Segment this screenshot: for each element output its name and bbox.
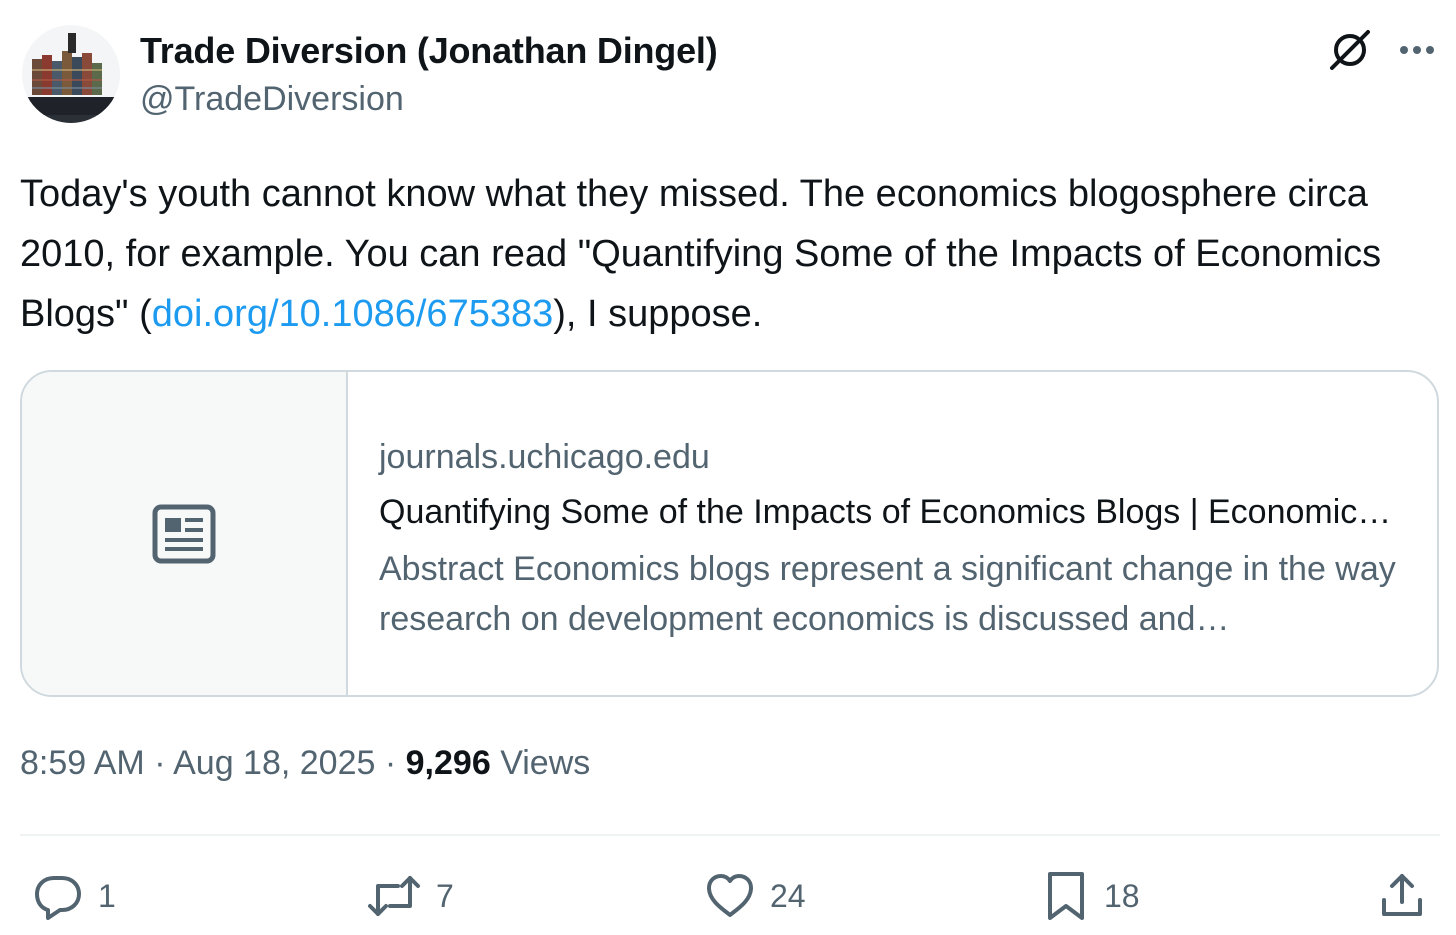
grok-icon: [1330, 30, 1370, 70]
like-button[interactable]: 24: [704, 866, 806, 926]
repost-icon: [368, 876, 420, 916]
reply-icon: [35, 876, 81, 920]
heart-icon: [707, 874, 753, 917]
views-label: Views: [500, 744, 591, 782]
tweet-text: Today's youth cannot know what they miss…: [20, 164, 1440, 344]
bookmark-count: 18: [1104, 877, 1140, 914]
bookmark-icon: [1048, 872, 1084, 920]
container-ship-avatar-icon: [22, 25, 120, 123]
meta-separator: ·: [384, 744, 397, 782]
more-dots-icon: [1400, 46, 1434, 54]
reply-count: 1: [98, 877, 116, 914]
link-preview-card[interactable]: journals.uchicago.edu Quantifying Some o…: [20, 370, 1439, 697]
author-handle[interactable]: @TradeDiversion: [140, 80, 404, 119]
tweet-time[interactable]: 8:59 AM: [20, 744, 145, 782]
tweet-date[interactable]: Aug 18, 2025: [173, 744, 375, 782]
views-count: 9,296: [405, 744, 491, 782]
tweet-text-part: ), I suppose.: [553, 293, 763, 335]
repost-button[interactable]: 7: [366, 866, 454, 926]
bookmark-button[interactable]: 18: [1042, 866, 1140, 926]
share-button[interactable]: [1376, 866, 1428, 926]
repost-count: 7: [436, 877, 454, 914]
doi-link[interactable]: doi.org/10.1086/675383: [152, 293, 553, 335]
avatar[interactable]: [22, 25, 120, 123]
article-icon: [152, 504, 216, 564]
like-count: 24: [770, 877, 806, 914]
grok-button[interactable]: [1326, 26, 1374, 74]
tweet: Trade Diversion (Jonathan Dingel) @Trade…: [0, 0, 1456, 935]
author-display-name[interactable]: Trade Diversion (Jonathan Dingel): [140, 30, 718, 72]
card-title: Quantifying Some of the Impacts of Econo…: [379, 493, 1399, 531]
card-thumbnail: [22, 372, 348, 695]
meta-separator: ·: [154, 744, 166, 782]
divider: [20, 834, 1440, 836]
share-icon: [1382, 874, 1422, 916]
tweet-meta: 8:59 AM · Aug 18, 2025 · 9,296 Views: [20, 744, 590, 783]
card-domain: journals.uchicago.edu: [379, 438, 710, 476]
more-button[interactable]: [1394, 26, 1442, 74]
card-description: Abstract Economics blogs represent a sig…: [379, 550, 1396, 638]
reply-button[interactable]: 1: [32, 866, 116, 926]
